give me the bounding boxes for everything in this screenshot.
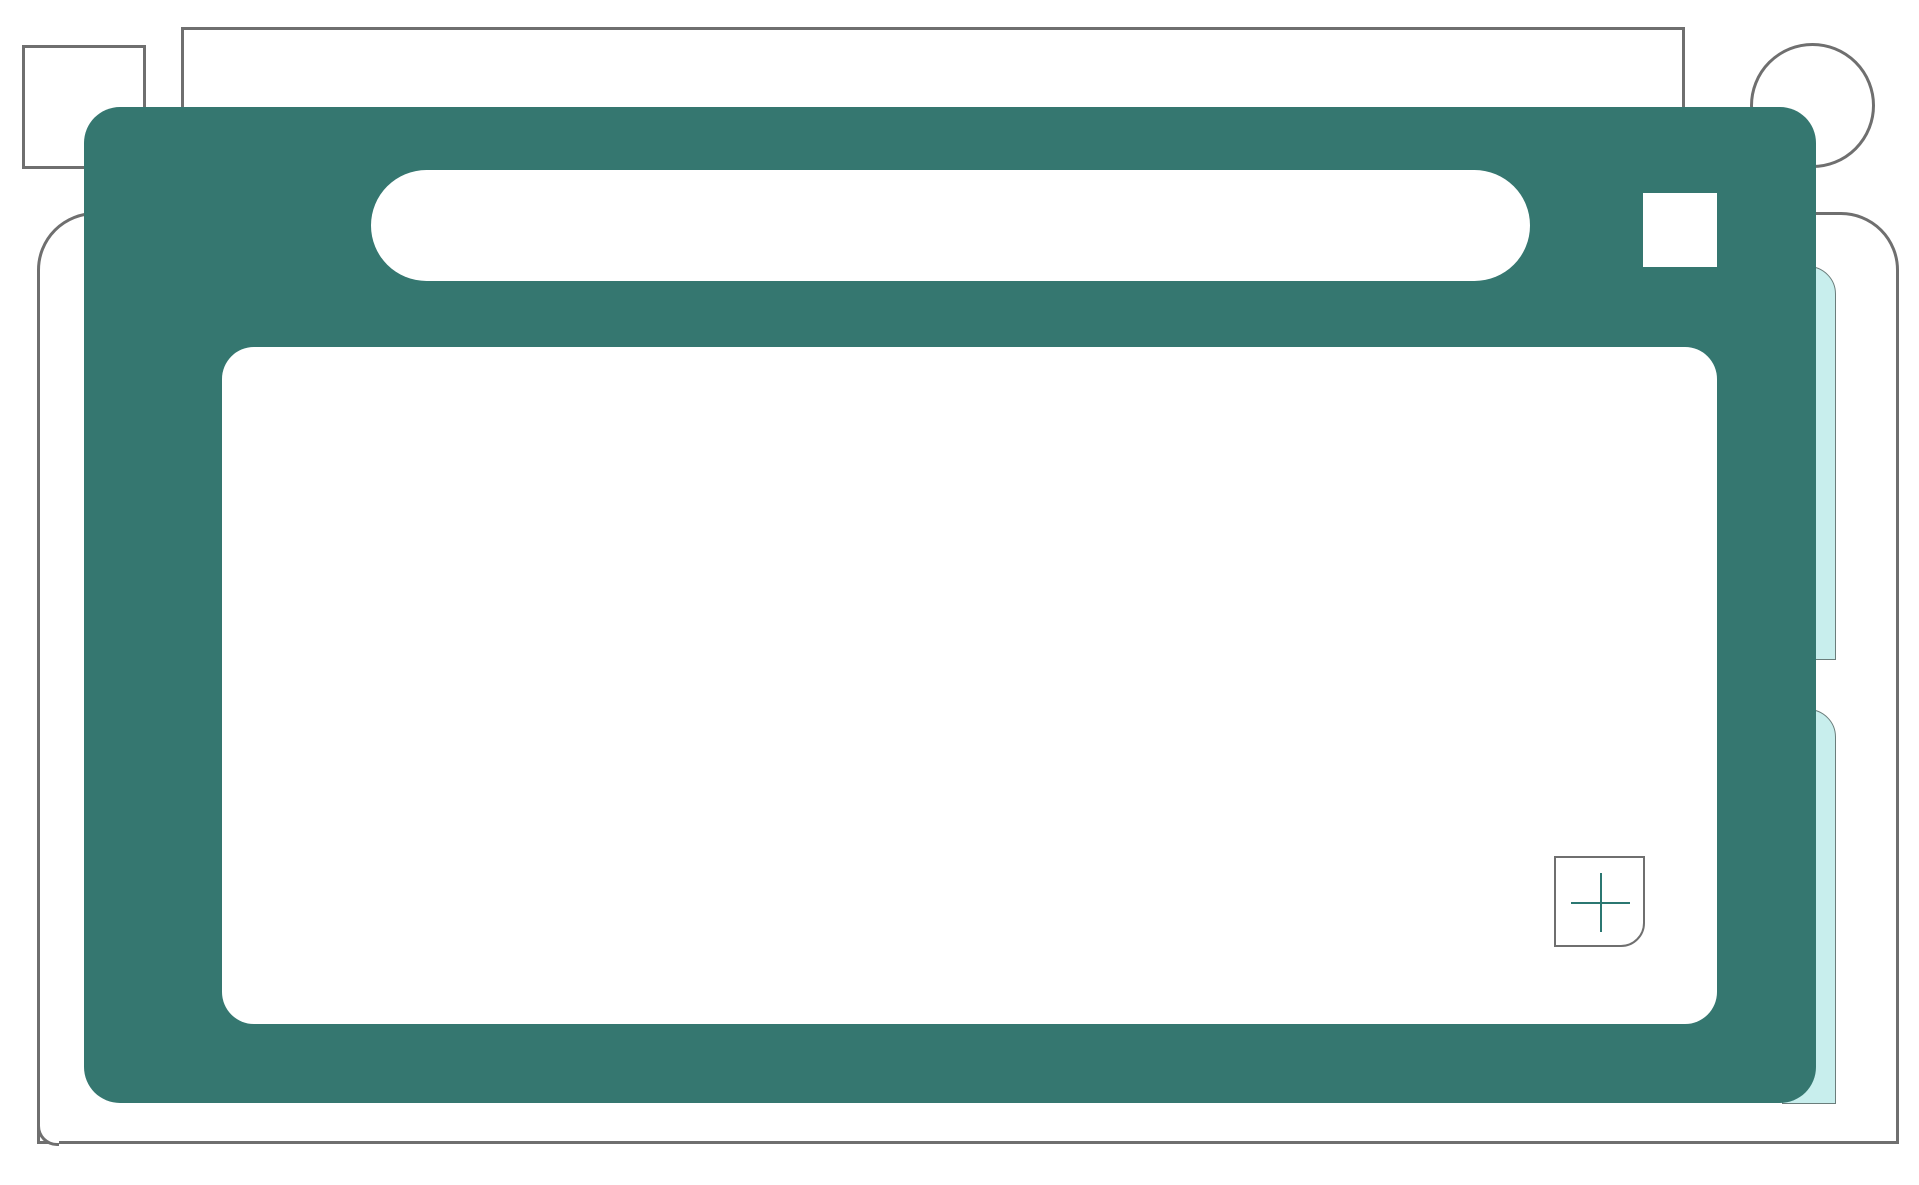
square-action-button[interactable] — [1643, 193, 1717, 267]
background-tab-outline — [181, 27, 1685, 117]
search-input[interactable] — [371, 170, 1530, 281]
content-card — [222, 347, 1717, 1024]
add-button[interactable] — [1554, 856, 1645, 947]
app-canvas — [0, 0, 1919, 1185]
plus-icon — [1571, 873, 1630, 932]
